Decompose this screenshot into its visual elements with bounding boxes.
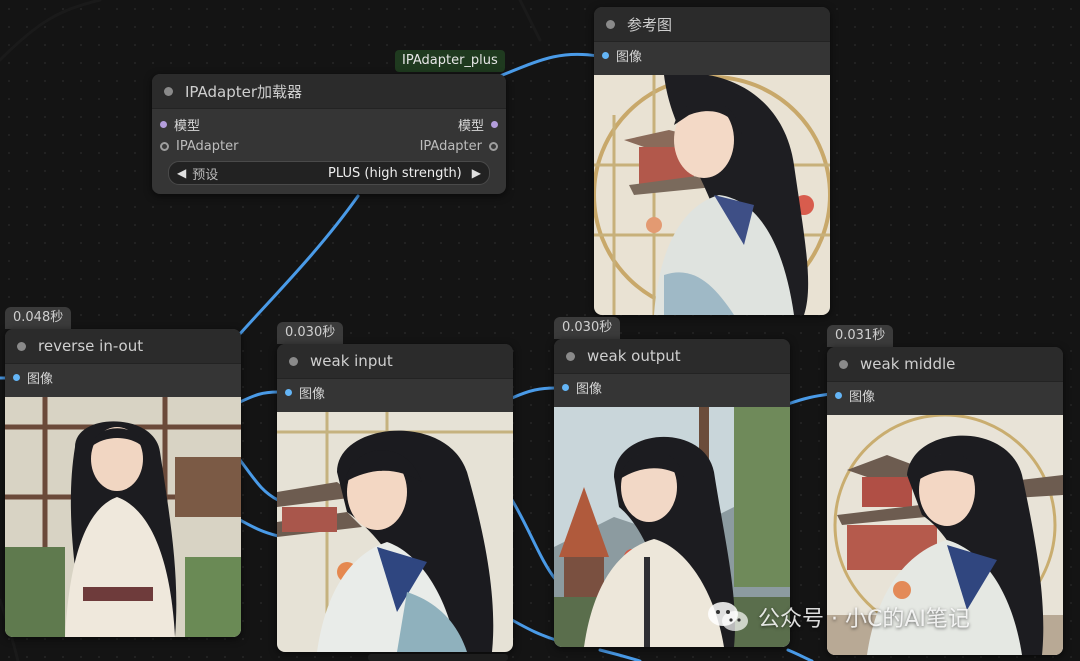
result-node-weak-input[interactable]: weak input 图像 [277, 344, 513, 652]
image-output-row: 图像 [827, 384, 1063, 406]
collapse-dot-icon[interactable] [164, 86, 173, 96]
watermark: 公众号 · 小C的AI笔记 [706, 600, 970, 634]
model-row: 模型 模型 [152, 113, 506, 135]
collapse-dot-icon[interactable] [839, 359, 848, 369]
image-output-row: 图像 [277, 381, 513, 403]
collapse-dot-icon[interactable] [289, 356, 298, 366]
image-pin-icon[interactable] [13, 373, 20, 381]
execution-time-badge: 0.030秒 [277, 322, 344, 344]
model-input-pin-icon[interactable] [160, 120, 167, 128]
model-input-label: 模型 [174, 118, 201, 134]
node-title-bar[interactable]: 参考图 [594, 7, 830, 42]
ipadapter-row: IPAdapter IPAdapter [152, 135, 506, 157]
image-output-row: 图像 [594, 44, 830, 66]
node-title: weak input [310, 352, 393, 370]
preset-prev-arrow-icon[interactable]: ◀ [177, 166, 186, 180]
node-title: weak output [587, 347, 681, 365]
preset-next-arrow-icon[interactable]: ▶ [472, 166, 481, 180]
collapse-dot-icon[interactable] [606, 19, 615, 29]
ipadapter-output-pin-icon[interactable] [489, 141, 498, 151]
node-title: IPAdapter加载器 [185, 82, 303, 101]
node-title: reverse in-out [38, 337, 144, 355]
execution-time-badge: 0.048秒 [5, 307, 72, 329]
result-image [277, 412, 513, 652]
node-title-bar[interactable]: IPAdapter加载器 [152, 74, 506, 109]
image-pin-icon[interactable] [835, 391, 842, 399]
execution-time-badge: 0.030秒 [554, 317, 621, 339]
node-title-bar[interactable]: weak output [554, 339, 790, 374]
ipadapter-loader-node[interactable]: IPAdapter加载器 模型 模型 IPAdapter IPAdapter ◀… [152, 74, 506, 194]
node-title-bar[interactable]: reverse in-out [5, 329, 241, 364]
image-output-label: 图像 [27, 371, 54, 387]
node-title-bar[interactable]: weak middle [827, 347, 1063, 382]
ipadapter-input-label: IPAdapter [176, 138, 239, 154]
ipadapter-output-label: IPAdapter [419, 138, 482, 154]
wechat-icon [708, 602, 748, 631]
ipadapter-input-pin-icon[interactable] [160, 141, 169, 151]
image-pin-icon[interactable] [602, 51, 609, 59]
reference-image [594, 75, 830, 315]
preset-combo[interactable]: ◀ 预设 PLUS (high strength) ▶ [168, 161, 490, 185]
preset-value: PLUS (high strength) [328, 165, 462, 181]
node-title: weak middle [860, 355, 956, 373]
result-node-reverse-in-out[interactable]: reverse in-out 图像 [5, 329, 241, 637]
execution-time-badge: 0.031秒 [827, 325, 894, 347]
image-pin-icon[interactable] [562, 383, 569, 391]
model-output-label: 模型 [457, 118, 484, 134]
preset-label: 预设 [192, 167, 219, 183]
result-image [5, 397, 241, 637]
node-title-bar[interactable]: weak input [277, 344, 513, 379]
bottom-scroll-indicator[interactable] [368, 654, 508, 661]
image-output-label: 图像 [576, 381, 603, 397]
image-output-label: 图像 [299, 386, 326, 402]
image-output-row: 图像 [5, 366, 241, 388]
watermark-text: 公众号 · 小C的AI笔记 [758, 607, 970, 632]
image-output-row: 图像 [554, 376, 790, 398]
image-output-label: 图像 [616, 49, 643, 65]
ipadapter-plus-tag: IPAdapter_plus [395, 50, 505, 72]
image-output-label: 图像 [849, 389, 876, 405]
model-output-pin-icon[interactable] [491, 120, 498, 128]
reference-image-node[interactable]: 参考图 图像 [594, 7, 830, 315]
node-title: 参考图 [627, 15, 673, 34]
collapse-dot-icon[interactable] [566, 351, 575, 361]
collapse-dot-icon[interactable] [17, 341, 26, 351]
image-pin-icon[interactable] [285, 388, 292, 396]
